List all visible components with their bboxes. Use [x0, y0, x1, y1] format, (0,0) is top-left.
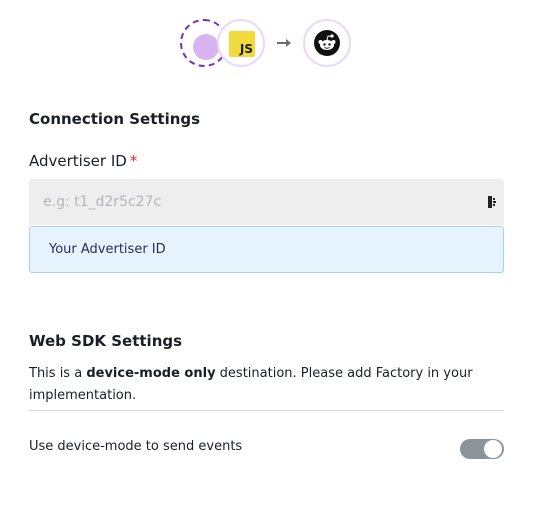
- device-mode-toggle[interactable]: [460, 439, 504, 459]
- sdk-desc-bold: device-mode only: [86, 366, 216, 381]
- library-node: JS: [217, 19, 265, 67]
- device-mode-toggle-label: Use device-mode to send events: [29, 439, 243, 454]
- paste-icon[interactable]: [486, 194, 500, 210]
- advertiser-id-field: [29, 179, 504, 225]
- advertiser-id-label: Advertiser ID *: [29, 152, 137, 170]
- integration-flow: JS: [179, 17, 359, 69]
- destination-node: [303, 19, 351, 67]
- connection-settings-title: Connection Settings: [29, 110, 201, 128]
- web-sdk-description: This is a device-mode only destination. …: [29, 363, 499, 407]
- reddit-icon: [314, 30, 340, 56]
- advertiser-id-label-text: Advertiser ID: [29, 152, 127, 170]
- required-marker: *: [129, 152, 138, 170]
- toggle-knob: [484, 440, 502, 458]
- advertiser-id-input[interactable]: [29, 179, 504, 225]
- javascript-icon: JS: [229, 31, 255, 57]
- section-divider: [29, 410, 504, 411]
- web-sdk-settings-title: Web SDK Settings: [29, 332, 183, 350]
- purple-dot-icon: [193, 34, 219, 60]
- sdk-desc-prefix: This is a: [29, 366, 87, 381]
- arrow-right-icon: [277, 39, 291, 47]
- advertiser-id-hint: Your Advertiser ID: [29, 226, 504, 273]
